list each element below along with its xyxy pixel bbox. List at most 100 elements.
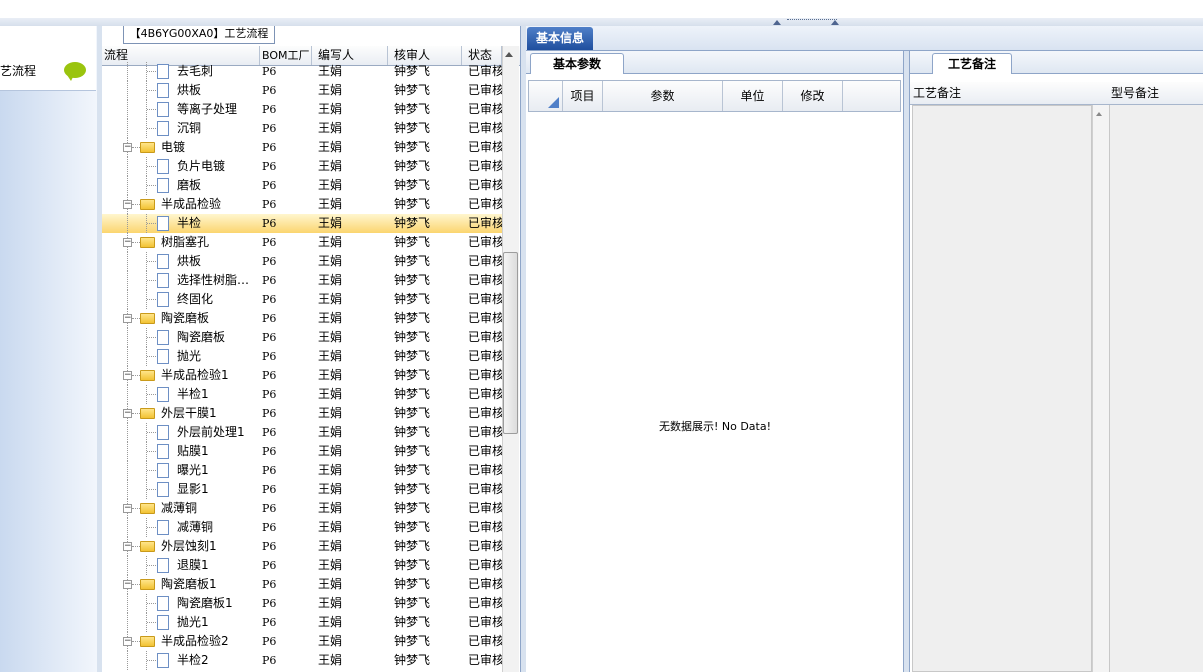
- tree-connector-line: [147, 565, 156, 566]
- col-header-process-notes: 工艺备注: [913, 86, 962, 100]
- bom-cell: P6: [262, 84, 277, 97]
- collapse-toggle-icon[interactable]: −: [123, 637, 132, 646]
- tree-folder-row[interactable]: − 半成品检验1 P6 王娟 钟梦飞 已审核: [102, 366, 502, 385]
- tree-scroll-thumb[interactable]: [503, 252, 518, 434]
- col-header-unit[interactable]: 单位: [723, 81, 783, 111]
- tree-step-row[interactable]: 贴膜1 P6 王娟 钟梦飞 已审核: [102, 442, 502, 461]
- tree-connector-line: [147, 489, 156, 490]
- collapse-toggle-icon[interactable]: −: [123, 504, 132, 513]
- tree-connector-line: [127, 157, 128, 176]
- tab-process-notes[interactable]: 工艺备注: [932, 53, 1012, 74]
- tree-node-label: 半检: [177, 216, 202, 230]
- top-bar: [0, 0, 1203, 19]
- tree-step-row[interactable]: 负片电镀 P6 王娟 钟梦飞 已审核: [102, 157, 502, 176]
- collapse-toggle-icon[interactable]: −: [123, 542, 132, 551]
- tree-step-row[interactable]: 退膜1 P6 王娟 钟梦飞 已审核: [102, 556, 502, 575]
- process-notes-textarea[interactable]: [912, 105, 1092, 672]
- tree-step-row[interactable]: 曝光1 P6 王娟 钟梦飞 已审核: [102, 461, 502, 480]
- document-icon: [157, 254, 169, 269]
- tree-step-row[interactable]: 半检2 P6 王娟 钟梦飞 已审核: [102, 651, 502, 670]
- tree-panel-title: 【4B6YG00XA0】工艺流程: [123, 26, 275, 44]
- reviewer-cell: 钟梦飞: [394, 615, 431, 629]
- tree-node-label: 抛光: [177, 349, 202, 363]
- tree-step-row[interactable]: 去毛刺 P6 王娟 钟梦飞 已审核: [102, 62, 502, 81]
- reviewer-cell: 钟梦飞: [394, 368, 431, 382]
- tree-folder-row[interactable]: − 树脂塞孔 P6 王娟 钟梦飞 已审核: [102, 233, 502, 252]
- tree-step-row[interactable]: 外层前处理1 P6 王娟 钟梦飞 已审核: [102, 423, 502, 442]
- tree-step-row[interactable]: 显影1 P6 王娟 钟梦飞 已审核: [102, 480, 502, 499]
- tree-node-label: 选择性树脂…: [177, 273, 250, 287]
- tree-step-row[interactable]: 沉铜 P6 王娟 钟梦飞 已审核: [102, 119, 502, 138]
- tree-folder-row[interactable]: − 减薄铜 P6 王娟 钟梦飞 已审核: [102, 499, 502, 518]
- tree-step-row[interactable]: 烘板 P6 王娟 钟梦飞 已审核: [102, 81, 502, 100]
- splitter-grip-icon[interactable]: [787, 19, 837, 24]
- tree-folder-row[interactable]: − 陶瓷磨板1 P6 王娟 钟梦飞 已审核: [102, 575, 502, 594]
- reviewer-cell: 钟梦飞: [394, 121, 431, 135]
- tree-folder-row[interactable]: − 电镀 P6 王娟 钟梦飞 已审核: [102, 138, 502, 157]
- tree-step-row[interactable]: 抛光1 P6 王娟 钟梦飞 已审核: [102, 613, 502, 632]
- collapse-toggle-icon[interactable]: −: [123, 143, 132, 152]
- tree-node-label: 半成品检验1: [161, 368, 229, 382]
- nav-item-process[interactable]: 工艺流程: [0, 62, 36, 79]
- tab-basic-params[interactable]: 基本参数: [530, 53, 624, 74]
- tree-connector-line: [127, 290, 128, 309]
- tree-step-row[interactable]: 抛光 P6 王娟 钟梦飞 已审核: [102, 347, 502, 366]
- tree-folder-row[interactable]: − 半成品检验 P6 王娟 钟梦飞 已审核: [102, 195, 502, 214]
- tree-step-row[interactable]: 减薄铜 P6 王娟 钟梦飞 已审核: [102, 518, 502, 537]
- tree-folder-row[interactable]: − 外层蚀刻1 P6 王娟 钟梦飞 已审核: [102, 537, 502, 556]
- bom-cell: P6: [262, 521, 277, 534]
- collapse-up-icon[interactable]: [773, 20, 781, 25]
- tree-node-label: 陶瓷磨板1: [177, 596, 233, 610]
- bom-cell: P6: [262, 255, 277, 268]
- tree-folder-row[interactable]: − 外层干膜1 P6 王娟 钟梦飞 已审核: [102, 404, 502, 423]
- collapse-toggle-icon[interactable]: −: [123, 371, 132, 380]
- reviewer-cell: 钟梦飞: [394, 558, 431, 572]
- tree-node-label: 外层干膜1: [161, 406, 217, 420]
- tree-step-row[interactable]: 半检 P6 王娟 钟梦飞 已审核: [102, 214, 502, 233]
- tree-connector-line: [147, 432, 156, 433]
- collapse-toggle-icon[interactable]: −: [123, 314, 132, 323]
- folder-icon: [140, 142, 155, 153]
- tree-step-row[interactable]: 选择性树脂… P6 王娟 钟梦飞 已审核: [102, 271, 502, 290]
- tree-connector-line: [147, 603, 156, 604]
- tree-step-row[interactable]: 等离子处理 P6 王娟 钟梦飞 已审核: [102, 100, 502, 119]
- tree-connector-line: [132, 318, 140, 319]
- tree-folder-row[interactable]: − 陶瓷磨板 P6 王娟 钟梦飞 已审核: [102, 309, 502, 328]
- grid-corner-icon: [548, 97, 559, 108]
- status-cell: 已审核: [468, 596, 502, 610]
- collapse-toggle-icon[interactable]: −: [123, 580, 132, 589]
- tree-step-row[interactable]: 终固化 P6 王娟 钟梦飞 已审核: [102, 290, 502, 309]
- tree-step-row[interactable]: 陶瓷磨板1 P6 王娟 钟梦飞 已审核: [102, 594, 502, 613]
- tree-connector-line: [127, 62, 128, 81]
- tree-step-row[interactable]: 烘板 P6 王娟 钟梦飞 已审核: [102, 252, 502, 271]
- model-notes-textarea[interactable]: [1109, 105, 1203, 672]
- tree-step-row[interactable]: 半检1 P6 王娟 钟梦飞 已审核: [102, 385, 502, 404]
- status-cell: 已审核: [468, 140, 502, 154]
- tree-step-row[interactable]: 陶瓷磨板 P6 王娟 钟梦飞 已审核: [102, 328, 502, 347]
- scroll-up-icon[interactable]: [505, 52, 513, 57]
- reviewer-cell: 钟梦飞: [394, 311, 431, 325]
- status-cell: 已审核: [468, 273, 502, 287]
- tree-folder-row[interactable]: − 半成品检验2 P6 王娟 钟梦飞 已审核: [102, 632, 502, 651]
- collapse-toggle-icon[interactable]: −: [123, 238, 132, 247]
- tree-connector-line: [147, 622, 156, 623]
- writer-cell: 王娟: [318, 615, 343, 629]
- tree-connector-line: [127, 480, 128, 499]
- collapse-up-icon-2[interactable]: [831, 20, 839, 25]
- col-header-modify[interactable]: 修改: [783, 81, 843, 111]
- writer-cell: 王娟: [318, 463, 343, 477]
- status-cell: 已审核: [468, 102, 502, 116]
- collapse-toggle-icon[interactable]: −: [123, 200, 132, 209]
- writer-cell: 王娟: [318, 368, 343, 382]
- status-cell: 已审核: [468, 197, 502, 211]
- tab-basic-info[interactable]: 基本信息: [527, 27, 593, 50]
- collapse-toggle-icon[interactable]: −: [123, 409, 132, 418]
- col-header-param[interactable]: 参数: [603, 81, 723, 111]
- bom-cell: P6: [262, 578, 277, 591]
- tree-step-row[interactable]: 磨板 P6 王娟 钟梦飞 已审核: [102, 176, 502, 195]
- notes-scroll-up-icon[interactable]: [1096, 112, 1102, 116]
- col-header-item[interactable]: 项目: [563, 81, 603, 111]
- bom-cell: P6: [262, 445, 277, 458]
- notes-scrollbar[interactable]: [1092, 105, 1109, 672]
- tree-connector-line: [127, 423, 128, 442]
